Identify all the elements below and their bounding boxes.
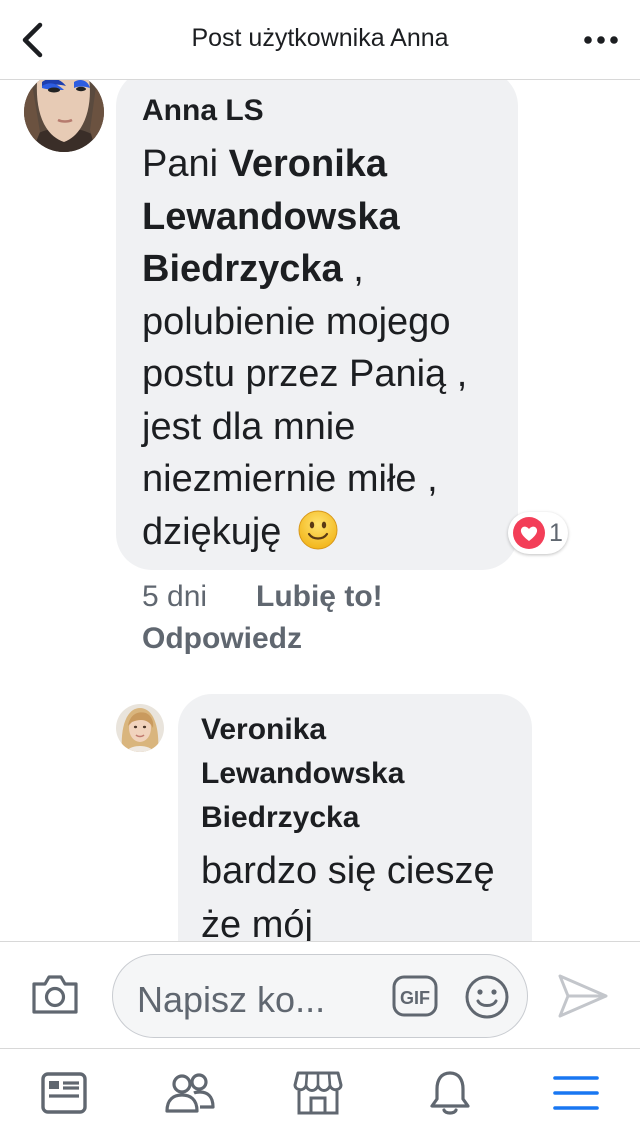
more-button[interactable] xyxy=(566,22,618,58)
reply-button[interactable]: Odpowiedz xyxy=(142,622,302,656)
news-feed-icon xyxy=(41,1072,87,1114)
comment-time: 5 dni xyxy=(142,580,208,613)
comment-text: Pani Veronika Lewandowska Biedrzycka , p… xyxy=(142,138,512,558)
screen: Post użytkownika Anna Anna LS Pani Veron… xyxy=(0,0,640,1136)
tab-menu[interactable] xyxy=(550,1067,602,1119)
reaction-badge[interactable]: 1 xyxy=(508,512,568,554)
menu-icon xyxy=(553,1076,599,1110)
camera-icon xyxy=(32,975,78,1014)
comment-input[interactable]: Napisz ko... GIF xyxy=(112,954,528,1038)
like-button[interactable]: Lubię to! xyxy=(256,580,383,614)
emoji-button[interactable] xyxy=(463,973,511,1021)
avatar-veronika[interactable] xyxy=(116,704,164,752)
comments-list[interactable]: Anna LS Pani Veronika Lewandowska Biedrz… xyxy=(0,80,640,941)
comment-text-part: Pani xyxy=(142,143,229,185)
comment-input-placeholder: Napisz ko... xyxy=(137,979,326,1020)
tab-marketplace[interactable] xyxy=(292,1067,344,1119)
comment-text: bardzo się cieszę że mój xyxy=(201,850,495,941)
comment-composer: Napisz ko... GIF xyxy=(0,941,640,1049)
friends-icon xyxy=(165,1073,215,1113)
bell-icon xyxy=(430,1071,470,1115)
reaction-count: 1 xyxy=(549,518,563,547)
comment-author[interactable]: Anna LS xyxy=(142,94,264,128)
avatar-anna[interactable] xyxy=(24,80,104,152)
gif-icon: GIF xyxy=(392,975,438,1017)
more-icon xyxy=(584,36,618,44)
camera-button[interactable] xyxy=(30,972,80,1020)
gif-button[interactable]: GIF xyxy=(391,973,439,1019)
send-button[interactable] xyxy=(556,972,610,1020)
tab-news-feed[interactable] xyxy=(38,1067,90,1119)
emoji-icon xyxy=(465,975,509,1019)
comment-author[interactable]: Veronika Lewandowska Biedrzycka xyxy=(201,708,521,840)
marketplace-icon xyxy=(293,1071,343,1115)
page-title: Post użytkownika Anna xyxy=(191,24,449,52)
svg-text:GIF: GIF xyxy=(400,988,430,1008)
smile-emoji xyxy=(298,510,338,549)
send-icon xyxy=(558,974,608,1018)
tab-friends[interactable] xyxy=(164,1067,216,1119)
bottom-tab-bar xyxy=(0,1049,640,1136)
heart-icon xyxy=(513,517,545,549)
comment-text-part: , polubienie mojego postu przez Panią , … xyxy=(142,248,468,553)
top-bar: Post użytkownika Anna xyxy=(0,0,640,80)
tab-notifications[interactable] xyxy=(424,1067,476,1119)
